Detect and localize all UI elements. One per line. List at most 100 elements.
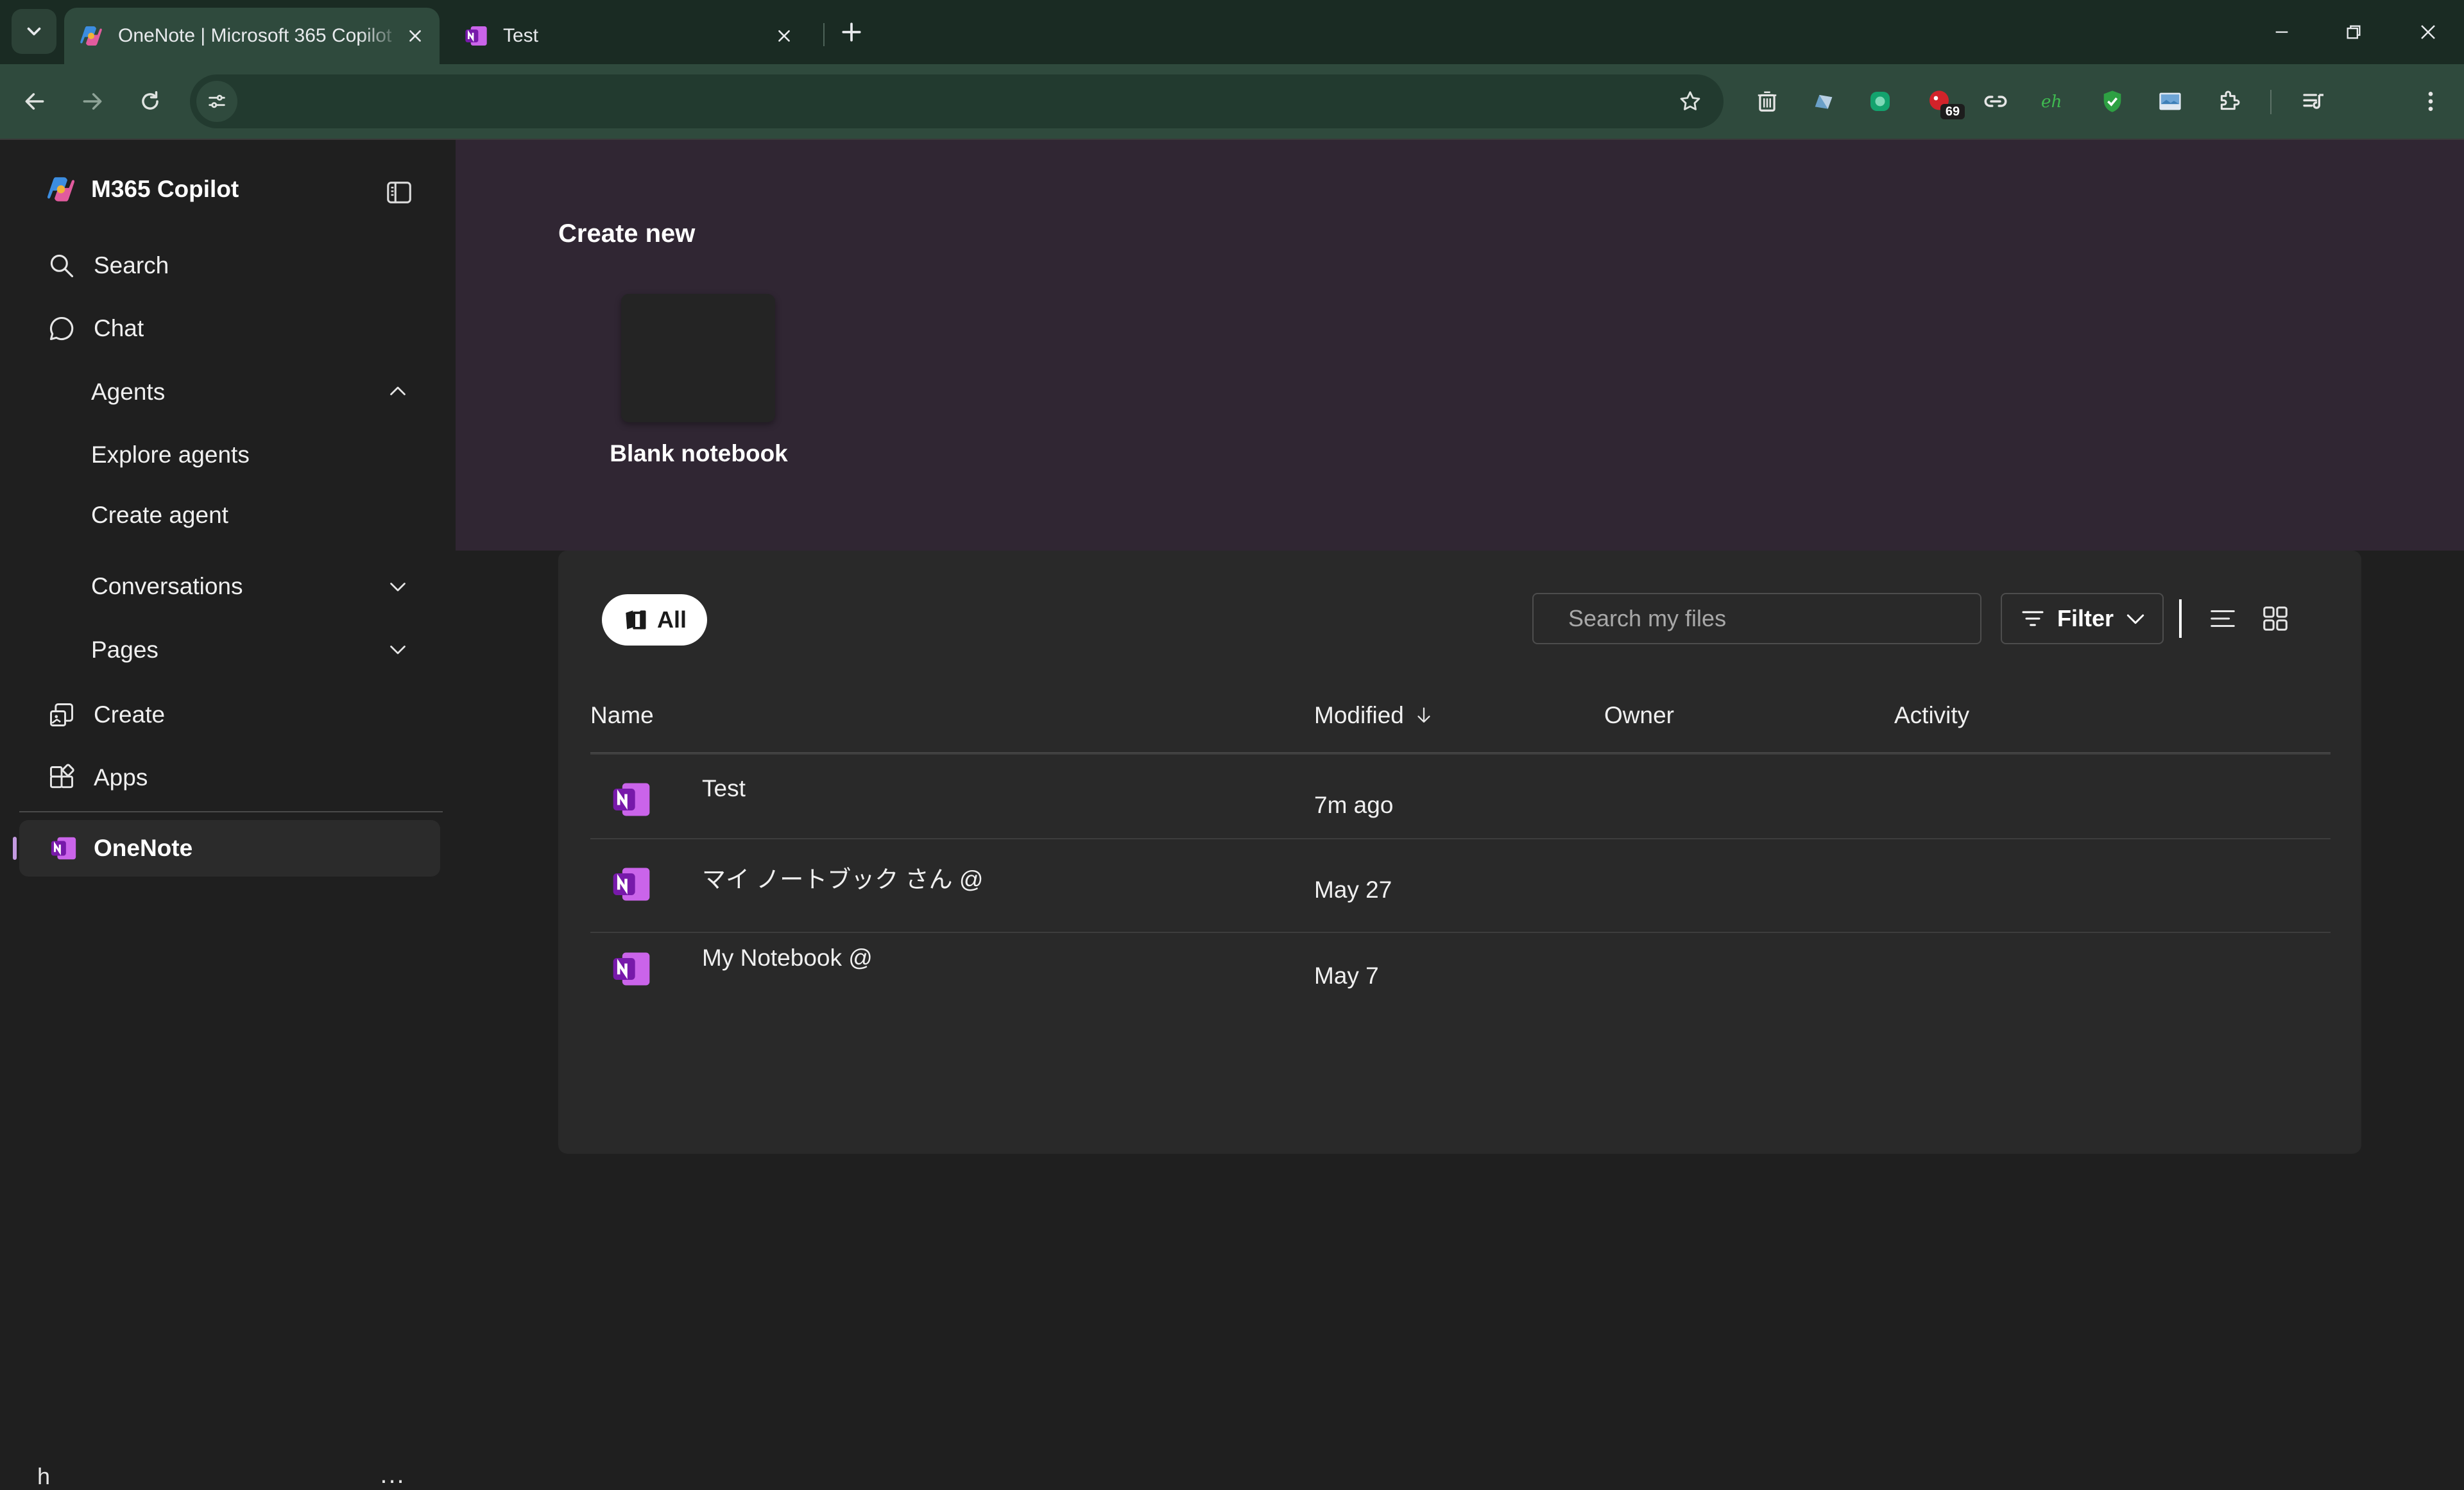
tab-onenote[interactable]: OneNote | Microsoft 365 Copilot: [64, 8, 440, 64]
table-row-name[interactable]: Test: [702, 775, 746, 802]
adblock-shield-icon[interactable]: [2093, 82, 2132, 121]
more-options-button[interactable]: ...: [372, 1459, 413, 1490]
create-new-title: Create new: [558, 219, 696, 248]
reload-button[interactable]: [131, 82, 169, 121]
chat-icon: [45, 312, 78, 345]
create-new-section: Create new Blank notebook: [456, 140, 2464, 551]
filter-label: Filter: [2057, 605, 2114, 631]
tab-title: OneNote | Microsoft 365 Copilot: [118, 25, 392, 46]
bookmark-star-button[interactable]: [1671, 82, 1709, 121]
row-divider: [590, 753, 2331, 755]
close-tab-icon[interactable]: [771, 23, 797, 49]
sidebar-item-label: Apps: [94, 764, 148, 791]
chevron-down-icon: [27, 27, 41, 36]
new-tab-button[interactable]: [837, 18, 866, 46]
view-separator: [2179, 599, 2182, 638]
filter-all-pill[interactable]: All: [602, 594, 708, 646]
minimize-button[interactable]: [2263, 13, 2301, 51]
forward-button[interactable]: [73, 82, 112, 121]
sidebar-item-label: OneNote: [94, 835, 193, 861]
image-extension-icon[interactable]: [2151, 82, 2189, 121]
toolbar-separator: [2270, 90, 2272, 114]
trash-extension-icon[interactable]: [1748, 82, 1786, 121]
shield-extension-icon[interactable]: [1804, 82, 1843, 121]
plus-icon: [842, 22, 861, 42]
restore-icon: [2347, 25, 2361, 39]
column-label: Owner: [1604, 702, 1674, 728]
onenote-file-icon: [613, 868, 650, 901]
extension-badge: 69: [1940, 104, 1965, 119]
star-icon: [1680, 91, 1700, 110]
close-tab-icon[interactable]: [402, 23, 428, 49]
grid-view-button[interactable]: [2257, 601, 2293, 637]
sidebar-item-explore-agents[interactable]: Explore agents: [91, 441, 250, 468]
link-extension-icon[interactable]: [1976, 82, 2015, 121]
active-indicator: [13, 837, 17, 860]
main-content: Create new Blank notebook All Search my …: [456, 140, 2464, 1386]
address-bar[interactable]: [190, 74, 1724, 128]
tab-test[interactable]: Test: [449, 8, 809, 64]
site-info-button[interactable]: [196, 81, 237, 122]
green-circle-extension-icon[interactable]: [1861, 82, 1899, 121]
column-header-owner[interactable]: Owner: [1604, 702, 1674, 729]
puzzle-extensions-icon[interactable]: [2210, 82, 2248, 121]
eh-extension-icon[interactable]: eh: [2034, 82, 2073, 121]
files-panel: All Search my files Filter Name Modified…: [558, 551, 2361, 1154]
sidebar-item-onenote[interactable]: OneNote: [19, 820, 440, 877]
sidebar-item-label: Create: [94, 701, 166, 728]
sidebar-item-search[interactable]: Search: [45, 249, 169, 282]
sidebar-item-chat[interactable]: Chat: [45, 312, 144, 345]
tab-title: Test: [503, 25, 539, 46]
chevron-down-icon[interactable]: [382, 571, 413, 602]
search-files-input[interactable]: Search my files: [1532, 593, 1981, 644]
column-label: Activity: [1894, 702, 1970, 728]
onenote-file-icon: [613, 952, 650, 986]
restore-button[interactable]: [2334, 13, 2373, 51]
search-placeholder: Search my files: [1568, 605, 1727, 631]
row-divider: [590, 838, 2331, 839]
blank-notebook-card[interactable]: [621, 294, 775, 422]
column-header-modified[interactable]: Modified: [1314, 702, 1435, 729]
collapse-sidebar-button[interactable]: [379, 172, 420, 213]
table-row-modified: 7m ago: [1314, 792, 1394, 818]
table-row-name[interactable]: マイ ノートブック さん @: [702, 860, 983, 895]
media-control-icon[interactable]: [2295, 82, 2333, 121]
chevron-down-icon: [2126, 614, 2144, 624]
filter-button[interactable]: Filter: [2001, 593, 2164, 644]
sidebar-divider: [19, 811, 443, 812]
column-header-activity[interactable]: Activity: [1894, 702, 1969, 729]
browser-menu-icon[interactable]: [2411, 82, 2450, 121]
column-label: Name: [590, 702, 654, 728]
table-row-modified: May 7: [1314, 963, 1379, 989]
sidebar-item-pages[interactable]: Pages: [91, 637, 158, 664]
chevron-down-icon[interactable]: [382, 634, 413, 665]
blank-notebook-label[interactable]: Blank notebook: [571, 440, 826, 467]
copilot-logo-icon: [47, 177, 75, 201]
red-extension-icon[interactable]: 69: [1920, 82, 1965, 121]
column-label: Modified: [1314, 702, 1404, 728]
back-button[interactable]: [15, 82, 54, 121]
user-account[interactable]: h: [37, 1463, 50, 1490]
sidebar-item-conversations[interactable]: Conversations: [91, 573, 243, 600]
sort-down-arrow-icon: [1417, 707, 1430, 723]
tune-icon: [209, 94, 225, 108]
sidebar-item-apps[interactable]: Apps: [45, 761, 148, 794]
tab-search-button[interactable]: [12, 9, 56, 54]
sidebar-toggle-icon: [387, 182, 411, 203]
table-row-name[interactable]: My Notebook @: [702, 945, 873, 972]
row-divider: [590, 932, 2331, 933]
list-view-button[interactable]: [2205, 601, 2241, 637]
sidebar-item-agents[interactable]: Agents: [91, 379, 165, 406]
chevron-up-icon[interactable]: [382, 376, 413, 407]
column-header-name[interactable]: Name: [590, 702, 654, 729]
grid-view-icon: [2263, 606, 2288, 631]
app-brand[interactable]: M365 Copilot: [45, 173, 239, 205]
arrow-right-icon: [83, 93, 102, 110]
close-window-button[interactable]: [2409, 13, 2447, 51]
filter-all-label: All: [657, 606, 687, 633]
filter-icon: [2022, 611, 2044, 626]
table-row-modified: May 27: [1314, 877, 1392, 903]
sidebar-item-create-agent[interactable]: Create agent: [91, 502, 228, 529]
onenote-favicon-icon: [465, 26, 487, 46]
sidebar-item-create[interactable]: Create: [45, 698, 165, 732]
